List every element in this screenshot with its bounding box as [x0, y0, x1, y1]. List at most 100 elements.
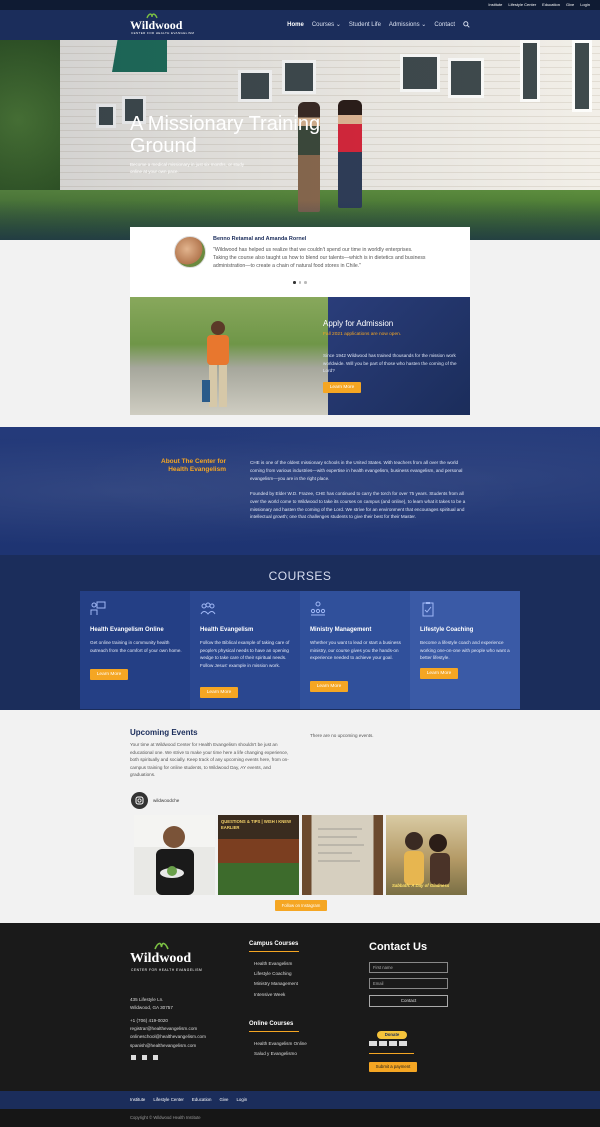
- courses-title: COURSES: [268, 569, 332, 583]
- email-field[interactable]: Email: [369, 978, 448, 989]
- instagram-photo[interactable]: [302, 815, 383, 895]
- course-learn-more-button[interactable]: Learn More: [310, 681, 348, 692]
- nav-admissions[interactable]: Admissions ⌄: [389, 21, 426, 28]
- course-learn-more-button[interactable]: Learn More: [420, 668, 458, 679]
- instagram-photo[interactable]: Sabbath: A Day of Gladness: [386, 815, 467, 895]
- team-icon: [310, 601, 326, 616]
- course-card[interactable]: Ministry Management Whether you want to …: [300, 591, 410, 709]
- instagram-photo[interactable]: QUESTIONS & TIPS | WISH I KNEW EARLIER: [218, 815, 299, 895]
- bottom-link-education[interactable]: Education: [192, 1097, 212, 1102]
- contact-button[interactable]: Contact: [369, 995, 448, 1007]
- footer-link[interactable]: Ministry Management: [254, 979, 298, 989]
- course-description: Follow the Biblical example of taking ca…: [200, 640, 290, 668]
- tile-caption: Sabbath: A Day of Gladness: [392, 883, 450, 888]
- instagram-icon[interactable]: [131, 792, 148, 809]
- logo-tagline: CENTER FOR HEALTH EVANGELISM: [131, 31, 195, 35]
- student-walking-photo: [202, 321, 229, 407]
- page: Institute Lifestyle Center Education Giv…: [0, 0, 600, 1127]
- top-link-institute[interactable]: Institute: [488, 1, 502, 9]
- bottom-link-lifestyle-center[interactable]: Lifestyle Center: [153, 1097, 184, 1102]
- testimonial-author: Benno Retamal and Amanda Rornel: [213, 236, 307, 242]
- course-card[interactable]: Lifestyle Coaching Become a lifestyle co…: [410, 591, 520, 709]
- bottom-link-give[interactable]: Give: [219, 1097, 228, 1102]
- avatar: [174, 236, 206, 268]
- footer-link[interactable]: Salud y Evangelismo: [254, 1049, 307, 1059]
- nav-courses-label: Courses: [311, 22, 335, 28]
- facebook-icon[interactable]: [153, 1055, 158, 1060]
- bottom-link-login[interactable]: Login: [236, 1097, 247, 1102]
- no-events-message: There are no upcoming events.: [310, 733, 374, 738]
- instagram-handle[interactable]: wildwoodche: [153, 798, 179, 803]
- apply-text: Since 1942 Wildwood has trained thousand…: [323, 353, 457, 373]
- apply-subtitle: Fall 2021 applications are now open.: [323, 332, 402, 337]
- contact-title: Contact Us: [369, 941, 428, 953]
- footer-contact-info: +1 (706) 419-0020 registrar@healthevange…: [130, 1017, 240, 1050]
- course-title: Ministry Management: [310, 627, 372, 633]
- chevron-down-icon: ⌄: [421, 22, 427, 28]
- follow-instagram-button[interactable]: Follow on Instagram: [275, 900, 327, 911]
- top-link-education[interactable]: Education: [542, 1, 560, 9]
- apply-title: Apply for Admission: [323, 319, 394, 328]
- top-utility-bar: Institute Lifestyle Center Education Giv…: [0, 0, 600, 10]
- about-paragraph: Founded by Elder W.D. Frazee, CHE has co…: [250, 491, 466, 520]
- hero-title: A Missionary Training Ground: [130, 113, 321, 157]
- discover-icon: [399, 1041, 407, 1046]
- email-link[interactable]: registrar@healthevangelism.com: [130, 1025, 240, 1033]
- nav-contact[interactable]: Contact: [434, 22, 455, 28]
- donate-button[interactable]: Donate: [377, 1031, 407, 1039]
- footer-social: [131, 1055, 158, 1060]
- slider-dot[interactable]: [304, 281, 307, 284]
- top-link-give[interactable]: Give: [566, 1, 574, 9]
- course-learn-more-button[interactable]: Learn More: [90, 669, 128, 680]
- instagram-photo[interactable]: [134, 815, 215, 895]
- email-link[interactable]: spanish@healthevangelism.com: [130, 1042, 240, 1050]
- heading-underline: [249, 1031, 299, 1032]
- photo-man-plate-icon: [156, 826, 194, 895]
- footer-logo[interactable]: Wildwood: [130, 951, 191, 967]
- events-text: Your time at Wildwood Center for Health …: [130, 742, 289, 778]
- nav-courses[interactable]: Courses ⌄: [312, 21, 341, 28]
- phone-link[interactable]: +1 (706) 419-0020: [130, 1017, 240, 1025]
- clipboard-icon: [422, 602, 434, 617]
- main-nav: Home Courses ⌄ Student Life Admissions ⌄…: [287, 21, 470, 28]
- online-course-links: Health Evangelism Online Salud y Evangel…: [254, 1039, 307, 1059]
- course-title: Health Evangelism: [200, 627, 254, 633]
- footer-link[interactable]: Health Evangelism: [254, 959, 298, 969]
- course-description: Get online training in community health …: [90, 640, 182, 653]
- submit-payment-button[interactable]: Submit a payment: [369, 1062, 417, 1072]
- amex-icon: [389, 1041, 397, 1046]
- nav-student-life[interactable]: Student Life: [349, 22, 381, 28]
- instagram-icon[interactable]: [131, 1055, 136, 1060]
- course-card[interactable]: Health Evangelism Online Get online trai…: [80, 591, 190, 709]
- leaf-logo-icon: [154, 942, 169, 950]
- slider-dot[interactable]: [293, 281, 296, 284]
- slider-dots: [293, 281, 307, 284]
- events-title: Upcoming Events: [130, 728, 198, 737]
- slider-dot[interactable]: [298, 281, 301, 284]
- first-name-field[interactable]: First name: [369, 962, 448, 973]
- about-title: About The Center for Health Evangelism: [161, 458, 226, 473]
- top-link-lifestyle-center[interactable]: Lifestyle Center: [508, 1, 536, 9]
- top-link-login[interactable]: Login: [580, 1, 590, 9]
- online-training-icon: [90, 601, 106, 615]
- apply-learn-more-button[interactable]: Learn More: [323, 382, 361, 393]
- copyright-bar: Copyright © Wildwood Health Institute: [0, 1109, 600, 1127]
- copyright-text: Copyright © Wildwood Health Institute: [130, 1115, 201, 1120]
- course-card[interactable]: Health Evangelism Follow the Biblical ex…: [190, 591, 300, 709]
- bottom-link-institute[interactable]: Institute: [130, 1097, 145, 1102]
- footer-link[interactable]: Intensive Week: [254, 990, 298, 1000]
- tile-caption: QUESTIONS & TIPS | WISH I KNEW EARLIER: [221, 819, 292, 830]
- email-link[interactable]: onlineschool@healthevangelism.com: [130, 1033, 240, 1041]
- footer-address: 435 Lifestyle Ln. Wildwood, GA 30757: [130, 996, 240, 1012]
- search-icon[interactable]: [463, 21, 470, 28]
- testimonial-quote: "Wildwood has helped us realize that we …: [213, 247, 426, 269]
- site-footer: [0, 923, 600, 1091]
- footer-link[interactable]: Health Evangelism Online: [254, 1039, 307, 1049]
- about-paragraph: CHE is one of the oldest missionary scho…: [250, 460, 463, 481]
- heading-underline: [249, 951, 299, 952]
- youtube-icon[interactable]: [142, 1055, 147, 1060]
- footer-link[interactable]: Lifestyle Coaching: [254, 969, 298, 979]
- nav-home[interactable]: Home: [287, 22, 304, 28]
- course-learn-more-button[interactable]: Learn More: [200, 687, 238, 698]
- chevron-down-icon: ⌄: [335, 22, 341, 28]
